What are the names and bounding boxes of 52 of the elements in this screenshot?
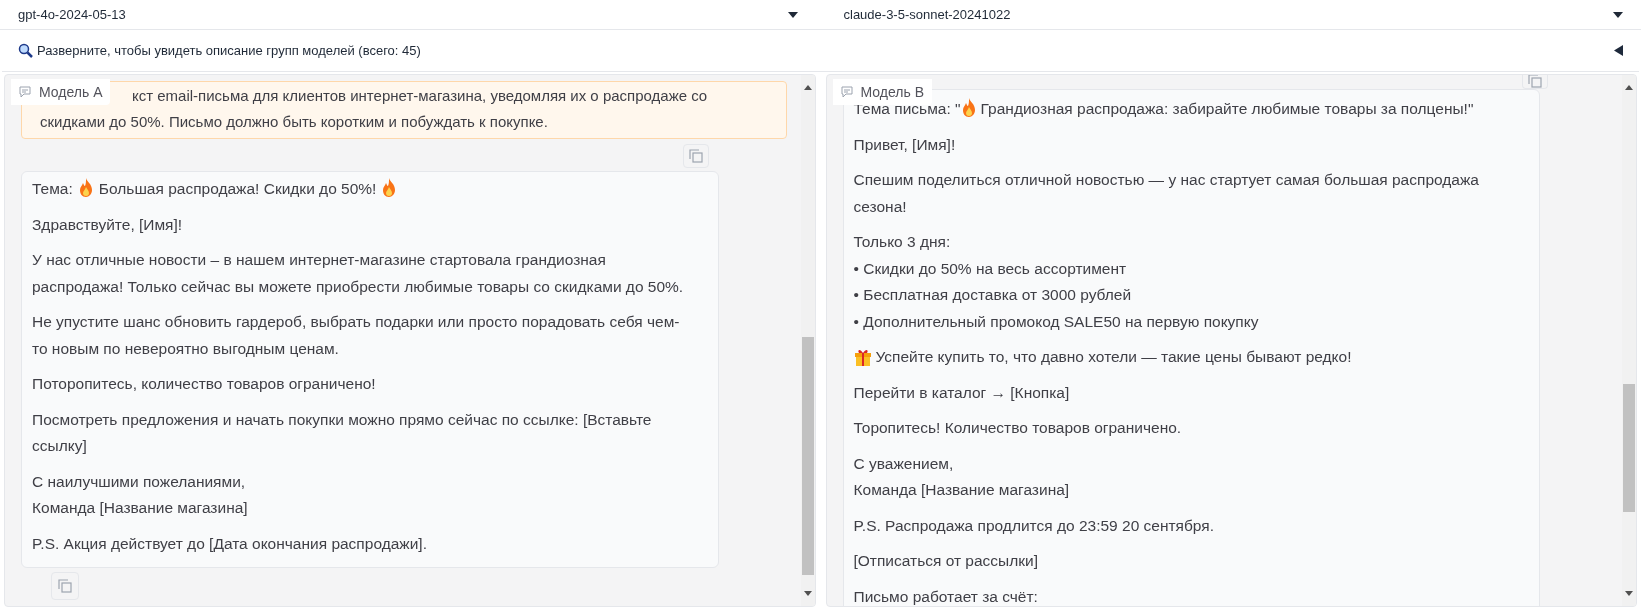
copy-icon [58,579,72,593]
message-text: Привет, [Имя]! [853,134,957,155]
message-text: Поторопитесь, количество товаров ограничено! [32,374,377,394]
copy-icon [1528,75,1542,88]
caret-icon [787,11,798,18]
message-text: • Дополнительный промокод SALE50 на первую покупку [853,311,1260,332]
message-text: С уважением, [853,453,955,474]
model-label: Модель B [832,79,932,105]
caret-icon [1613,11,1623,18]
accordion-label: Разверните, чтобы увидеть описание групп моделей (всего: 45) [37,41,421,60]
message-text: P.S. Акция действует до [Дата окончания распродажи]. [32,533,428,554]
message-text: Спешим поделиться отличной новостью — у нас стартует самая большая распродажа сезона! [853,170,1480,217]
flame-icon [960,98,977,117]
message-text: Не упустите шанс обновить гардероб, выбрать подарки или просто порадовать себя чем-то новым по невероятно выгодным ценам. [32,312,681,359]
message-text: • Бесплатная доставка от 3000 рублей [853,285,1133,305]
scrollbar-thumb[interactable] [1623,384,1635,512]
chat-icon [19,86,31,98]
scroll-down-icon[interactable] [1625,591,1633,596]
message-text: Здравствуйте, [Имя]! [32,214,184,235]
scroll-up-icon[interactable] [803,85,812,90]
message-text: Только 3 дня: [853,232,952,252]
scrollbar-thumb[interactable] [801,337,814,575]
message-text: У нас отличные новости – в нашем интернет-магазине стартовала грандиозная распродажа! Только сейчас вы можете приобрести любимые товары со скидками до 50%. [32,250,685,297]
copy-icon [688,149,703,163]
scrollbar[interactable] [1622,75,1636,606]
message-text: Команда [Название магазина] [32,498,249,518]
model-label: Модель A [11,79,111,105]
message-text: [Отписаться от рассылки] [853,551,1040,571]
message-text: Торопитесь! Количество товаров ограничено. [853,418,1183,438]
prompt-text: скидками до 50%. Письмо должно быть коротким и побуждать к покупке. [40,112,549,132]
message-text: Письмо работает за счёт: [853,586,1039,606]
flame-icon [381,178,398,197]
subject-line: Тема: Большая распродажа! Скидки до 50%! [32,176,694,203]
flame-icon [77,178,94,197]
message-text: С наилучшими пожеланиями, [32,471,247,492]
message-text: P.S. Распродажа продлится до 23:59 20 сентября. [853,515,1216,536]
message-text: Посмотреть предложения и начать покупки можно прямо сейчас по ссылке: [Вставьте ссылку] [32,409,653,456]
message-text: • Скидки до 50% на весь ассортимент [853,258,1128,279]
search-icon [18,43,33,58]
scroll-up-icon[interactable] [1625,85,1633,90]
copy-button[interactable] [1522,75,1548,89]
chat-icon [840,86,853,98]
accordion-header[interactable]: Разверните, чтобы увидеть описание групп моделей (всего: 45) [2,30,1639,72]
scrollbar[interactable] [800,75,815,606]
scroll-down-icon[interactable] [803,591,812,596]
prompt-text: кст email-письма для клиентов интернет-магазина, уведомляя их о распродаже со [132,86,709,106]
message-text: Перейти в каталог → [Кнопка] [853,382,1071,403]
copy-button[interactable] [682,144,709,168]
message-text: Успейте купить то, что давно хотели — такие цены бывают редко! [875,347,1352,367]
gift-icon [853,348,872,367]
message-text: Команда [Название магазина] [853,480,1071,500]
copy-button[interactable] [51,572,79,600]
